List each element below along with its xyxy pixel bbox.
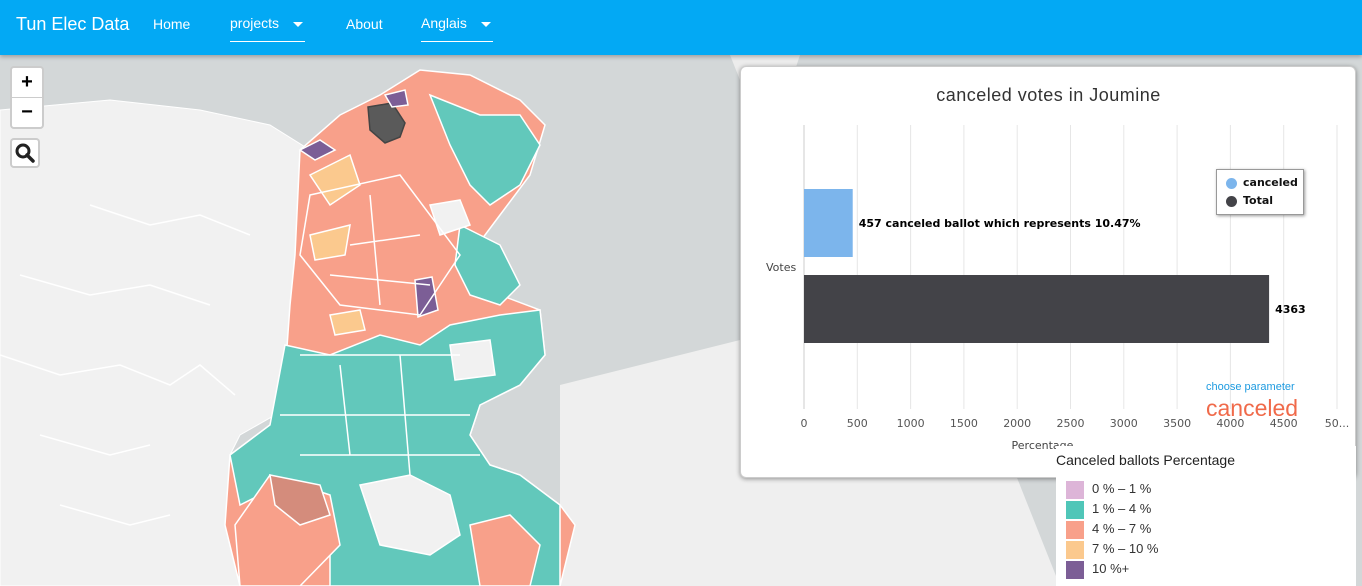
x-tick-label: 1500 [950, 417, 978, 430]
map-legend-item: 0 % – 1 % [1066, 480, 1152, 499]
chart-container: canceled votes in Joumine 0 500 1000 1500 20… [748, 73, 1349, 471]
choose-parameter-label: choose parameter [1206, 381, 1295, 393]
legend-swatch [1066, 480, 1084, 499]
legend-dot [1226, 196, 1237, 207]
tunisia-region-orange-3 [329, 309, 366, 336]
nav-projects-dropdown[interactable]: projects [230, 15, 305, 42]
x-tick-label: 2500 [1057, 417, 1085, 430]
legend-item-total[interactable]: Total [1217, 192, 1303, 210]
data-label: 457 canceled ballot which represents 10.… [859, 217, 1141, 230]
x-tick-label: 50... [1325, 417, 1349, 430]
legend-item-canceled[interactable]: canceled [1217, 174, 1303, 192]
search-icon [15, 143, 35, 163]
x-tick-label: 3000 [1110, 417, 1138, 430]
chevron-down-icon [293, 21, 304, 27]
nav-home[interactable]: Home [153, 16, 190, 32]
legend-range-label: 4 % – 7 % [1092, 521, 1152, 536]
chart-legend: canceled Total [1216, 169, 1304, 215]
legend-swatch [1066, 500, 1084, 519]
data-label: 4363 [1275, 303, 1306, 316]
nav-about[interactable]: About [346, 16, 383, 32]
x-tick-label: 1000 [897, 417, 925, 430]
map-search-button[interactable] [10, 138, 40, 168]
legend-swatch [1066, 560, 1084, 579]
legend-label: canceled [1243, 176, 1298, 189]
brand-title[interactable]: Tun Elec Data [16, 14, 129, 35]
nav-language-dropdown[interactable]: Anglais [421, 15, 493, 42]
map-legend-item: 4 % – 7 % [1066, 520, 1152, 539]
legend-range-label: 0 % – 1 % [1092, 481, 1152, 496]
zoom-out-button[interactable]: − [12, 98, 42, 127]
chevron-down-icon [480, 21, 491, 27]
nav-language-label: Anglais [421, 15, 467, 31]
x-tick-label: 3500 [1163, 417, 1191, 430]
legend-dot [1226, 178, 1237, 189]
tunisia-region-white-2 [449, 339, 496, 381]
map-legend-title: Canceled ballots Percentage [1056, 452, 1236, 468]
nav-projects-label: projects [230, 15, 280, 31]
top-navbar: Tun Elec Data Home projects About Anglai… [0, 0, 1362, 55]
chart-panel: canceled votes in Joumine 0 500 1000 1500 20… [740, 66, 1356, 478]
bar-canceled [804, 189, 853, 257]
x-tick-label: 500 [847, 417, 868, 430]
legend-swatch [1066, 540, 1084, 559]
x-tick-label: 2000 [1003, 417, 1031, 430]
zoom-control: + − [10, 66, 44, 129]
zoom-in-button[interactable]: + [12, 68, 42, 98]
bar-total [804, 275, 1270, 343]
legend-range-label: 10 %+ [1092, 561, 1130, 576]
y-axis-label: Votes [766, 261, 796, 274]
legend-range-label: 7 % – 10 % [1092, 541, 1159, 556]
parameter-select[interactable]: canceled [1206, 395, 1298, 422]
legend-swatch [1066, 520, 1084, 539]
x-tick-label: 0 [801, 417, 808, 430]
legend-range-label: 1 % – 4 % [1092, 501, 1152, 516]
map-legend-item: 7 % – 10 % [1066, 540, 1159, 559]
legend-label: Total [1243, 194, 1274, 207]
map-legend-item: 10 %+ [1066, 560, 1130, 579]
map-legend-item: 1 % – 4 % [1066, 500, 1152, 519]
map-legend: Canceled ballots Percentage 0 % – 1 % 1 … [1056, 446, 1356, 586]
